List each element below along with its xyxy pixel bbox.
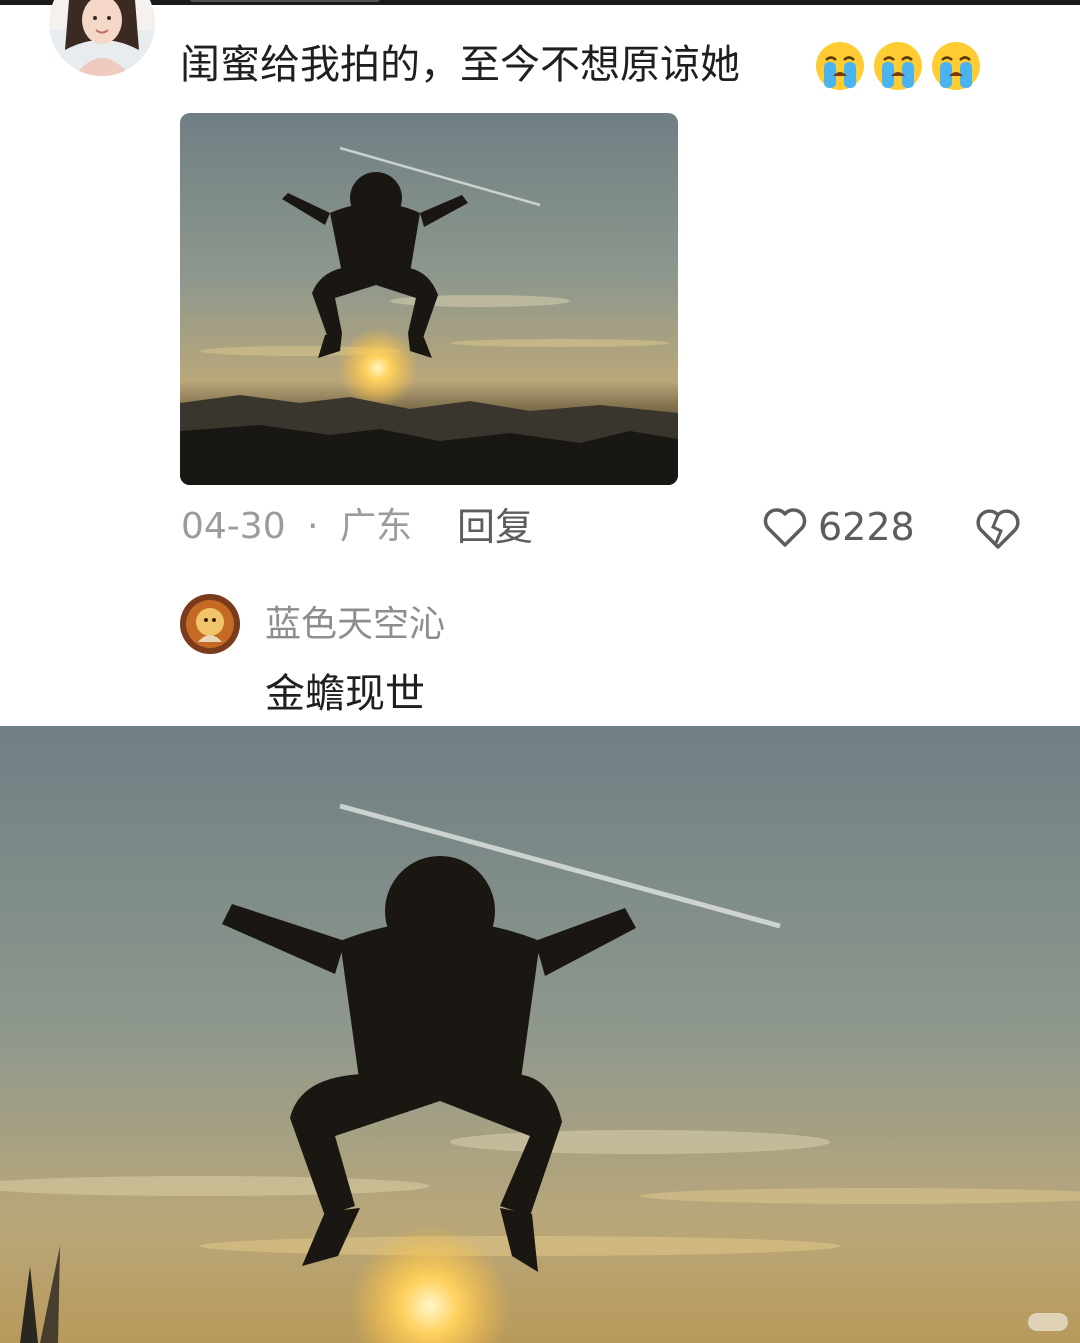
reply-button[interactable]: 回复 [457,502,533,552]
heart-icon[interactable] [762,505,808,549]
commenter-avatar[interactable] [49,0,155,76]
reply-photo[interactable] [0,726,1080,1343]
crying-face-icon [874,42,922,90]
like-count: 6228 [818,505,915,549]
comment-date: 04-30 [181,506,286,547]
crying-face-icon [932,42,980,90]
crying-face-icon [816,42,864,90]
watermark-badge [1028,1313,1068,1331]
top-edge [0,0,1080,5]
cropped-username [190,0,380,8]
broken-heart-icon[interactable] [974,505,1022,551]
emoji-row [814,40,982,94]
comment-location: 广东 [339,506,412,547]
meta-separator: · [307,506,319,547]
comment-photo-thumbnail[interactable] [180,113,678,485]
reply-text: 金蟾现世 [265,671,425,717]
reply-username[interactable]: 蓝色天空沁 [265,600,445,650]
comment-text: 闺蜜给我拍的，至今不想原谅她 [180,42,740,88]
reply-avatar[interactable] [180,594,240,654]
comment-meta: 04-30 · 广东 [181,502,412,552]
